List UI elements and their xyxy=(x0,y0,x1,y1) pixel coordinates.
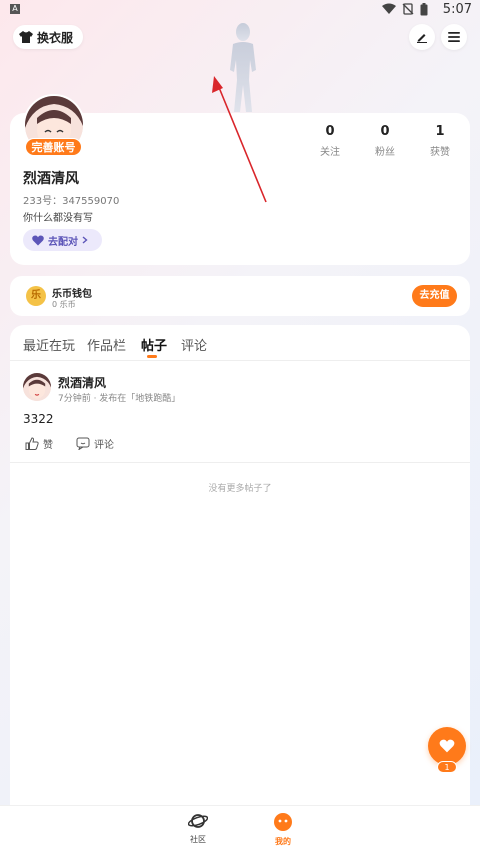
stat-value: 1 xyxy=(435,124,445,139)
coin-icon: 乐 xyxy=(26,286,46,306)
user-id: 233号：347559070 xyxy=(23,196,120,207)
fab-count-badge: 1 xyxy=(437,761,457,773)
nav-label: 社区 xyxy=(190,835,206,844)
no-sim-icon xyxy=(402,3,414,15)
match-label: 去配对 xyxy=(48,236,78,248)
stat-followers[interactable]: 0 粉丝 xyxy=(365,124,405,158)
chevron-right-icon xyxy=(82,236,88,244)
wifi-icon xyxy=(382,3,396,14)
nav-label: 我的 xyxy=(275,837,291,846)
stat-label: 粉丝 xyxy=(375,147,395,158)
status-bar: A 5:07 xyxy=(0,0,480,20)
tab-works[interactable]: 作品栏 xyxy=(87,335,126,354)
heart-icon xyxy=(32,235,44,245)
hamburger-menu-icon xyxy=(448,32,460,42)
active-tab-indicator xyxy=(147,355,157,358)
post-meta: 7分钟前 · 发布在「地铁跑酷」 xyxy=(58,394,181,404)
stat-value: 0 xyxy=(325,124,335,139)
tab-recently-played[interactable]: 最近在玩 xyxy=(23,335,75,354)
no-more-posts-text: 没有更多帖子了 xyxy=(208,484,272,494)
bottom-nav xyxy=(0,805,480,852)
post-author-name[interactable]: 烈酒清风 xyxy=(58,374,106,391)
complete-account-badge[interactable]: 完善账号 xyxy=(25,138,82,156)
wallet-title: 乐币钱包 xyxy=(52,289,92,300)
post-author-avatar[interactable] xyxy=(23,373,51,401)
menu-button[interactable] xyxy=(441,24,467,50)
change-outfit-label: 换衣服 xyxy=(37,30,74,45)
wallet-balance: 0 乐币 xyxy=(52,300,76,309)
app-indicator-icon: A xyxy=(10,4,20,14)
match-button[interactable]: 去配对 xyxy=(23,229,102,251)
anime-avatar-image xyxy=(23,373,51,401)
post-content[interactable]: 3322 xyxy=(23,412,54,426)
avatar-3d-figure[interactable] xyxy=(218,20,268,115)
planet-icon xyxy=(187,814,209,828)
thumbs-up-icon xyxy=(25,437,39,450)
comment-label: 评论 xyxy=(94,440,114,451)
nav-community[interactable]: 社区 xyxy=(178,812,218,845)
pencil-icon xyxy=(417,34,427,43)
user-bio: 你什么都没有写 xyxy=(23,213,93,224)
battery-icon xyxy=(420,3,428,16)
shirt-icon xyxy=(19,31,33,43)
stat-likes[interactable]: 1 获赞 xyxy=(420,124,460,158)
stat-label: 获赞 xyxy=(430,147,450,158)
status-icons xyxy=(382,3,428,16)
tab-posts[interactable]: 帖子 xyxy=(141,335,167,354)
tab-comments[interactable]: 评论 xyxy=(181,335,207,354)
divider xyxy=(10,360,470,361)
nav-mine[interactable]: 我的 xyxy=(263,812,303,847)
edit-profile-button[interactable] xyxy=(409,24,435,50)
like-label: 赞 xyxy=(43,440,53,451)
face-icon xyxy=(274,813,292,831)
comment-icon xyxy=(76,437,90,450)
clock: 5:07 xyxy=(442,2,472,17)
username: 烈酒清风 xyxy=(23,171,79,187)
like-fab-button[interactable] xyxy=(428,727,466,765)
like-button[interactable]: 赞 xyxy=(25,436,53,451)
divider xyxy=(10,462,470,463)
comment-button[interactable]: 评论 xyxy=(76,436,114,451)
stat-following[interactable]: 0 关注 xyxy=(310,124,350,158)
heart-icon xyxy=(439,739,455,753)
change-outfit-button[interactable]: 换衣服 xyxy=(13,25,84,49)
recharge-button[interactable]: 去充值 xyxy=(412,285,457,307)
stat-label: 关注 xyxy=(320,147,340,158)
stat-value: 0 xyxy=(380,124,390,139)
